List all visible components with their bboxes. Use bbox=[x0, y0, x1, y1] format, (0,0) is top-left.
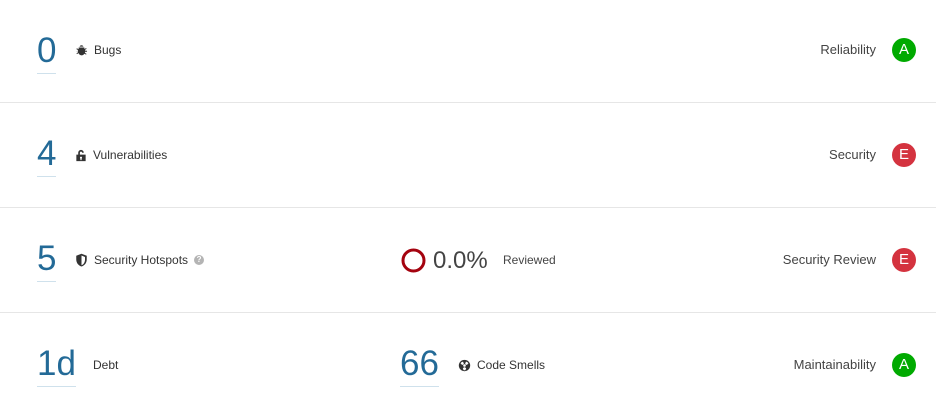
bugs-label-text: Bugs bbox=[94, 43, 122, 57]
hotspots-count-link[interactable]: 5 bbox=[37, 239, 57, 282]
code-smells-label: Code Smells bbox=[458, 357, 545, 373]
security-review-rating-label: Security Review bbox=[782, 252, 876, 267]
code-smell-icon bbox=[458, 359, 471, 372]
question-circle-icon[interactable]: ? bbox=[194, 255, 205, 265]
debt-label: Debt bbox=[93, 358, 119, 372]
code-smells-count-link[interactable]: 66 bbox=[400, 344, 439, 387]
vulnerabilities-count-link[interactable]: 4 bbox=[37, 134, 57, 177]
hotspots-row: 5 Security Hotspots ? 0.0% Reviewed Secu… bbox=[0, 208, 936, 313]
hotspot-review-ring-icon bbox=[401, 248, 426, 278]
maintainability-rating-badge[interactable]: A bbox=[892, 353, 916, 377]
security-rating-badge[interactable]: E bbox=[892, 143, 916, 167]
bug-icon bbox=[75, 44, 88, 57]
bugs-count-link[interactable]: 0 bbox=[37, 31, 57, 74]
hotspots-label-text: Security Hotspots bbox=[94, 253, 189, 267]
reliability-rating-label: Reliability bbox=[820, 42, 876, 57]
debt-value-link[interactable]: 1d bbox=[37, 344, 76, 387]
security-rating-label: Security bbox=[829, 147, 876, 162]
code-smells-label-text: Code Smells bbox=[477, 358, 546, 372]
measures-overview: 0 Bugs Reliability A 4 Vulnerabilities S… bbox=[0, 0, 936, 417]
reliability-row: 0 Bugs Reliability A bbox=[0, 0, 936, 105]
maintainability-row: 1d Debt 66 Code Smells Maintainability A bbox=[0, 313, 936, 417]
hotspots-reviewed-percent[interactable]: 0.0% bbox=[433, 247, 488, 275]
vulnerabilities-label-text: Vulnerabilities bbox=[93, 148, 168, 162]
reliability-rating-badge[interactable]: A bbox=[892, 38, 916, 62]
hotspots-label: Security Hotspots ? bbox=[75, 252, 205, 268]
security-review-rating-badge[interactable]: E bbox=[892, 248, 916, 272]
security-row: 4 Vulnerabilities Security E bbox=[0, 103, 936, 208]
lock-icon bbox=[75, 149, 87, 162]
bugs-label: Bugs bbox=[75, 42, 121, 58]
shield-icon bbox=[75, 253, 88, 267]
vulnerabilities-label: Vulnerabilities bbox=[75, 147, 167, 163]
hotspots-reviewed-label: Reviewed bbox=[503, 253, 556, 267]
maintainability-rating-label: Maintainability bbox=[793, 357, 876, 372]
